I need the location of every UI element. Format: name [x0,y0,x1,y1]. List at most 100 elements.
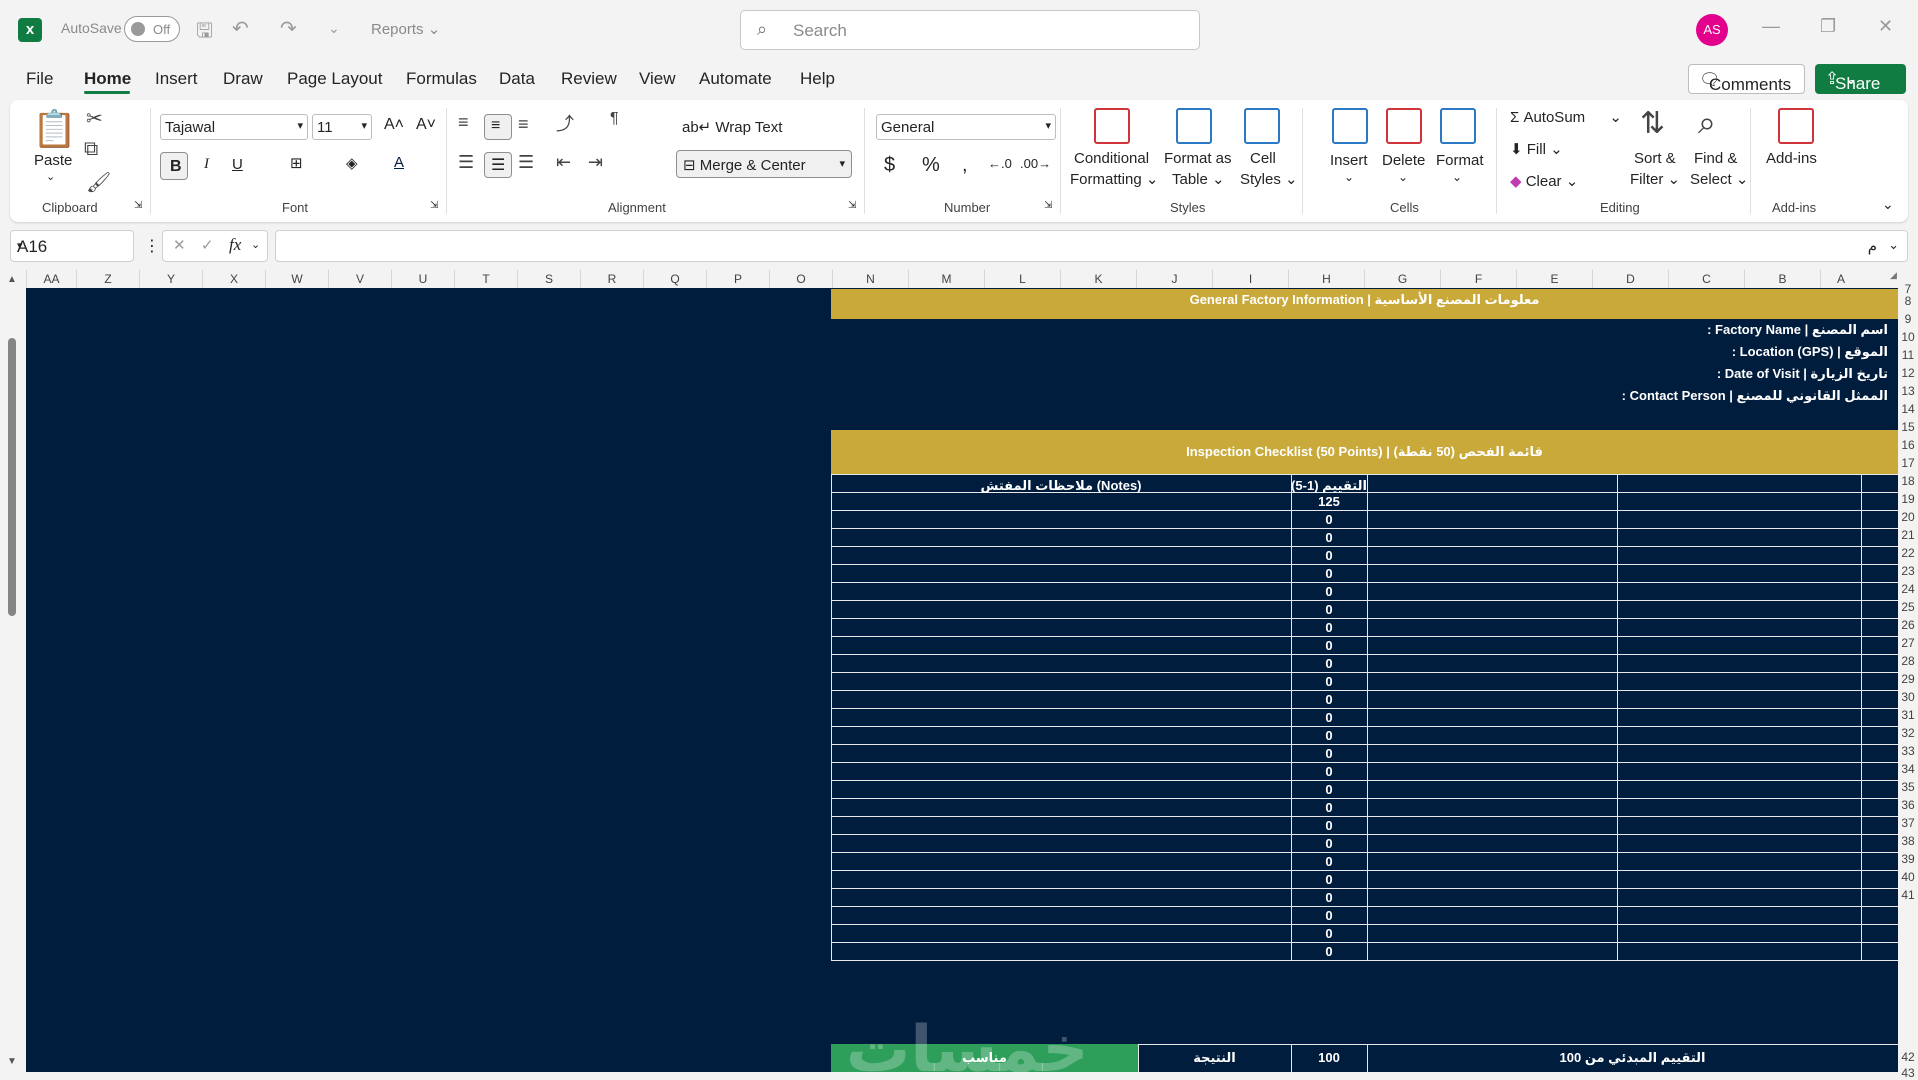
decrease-decimal-icon[interactable]: .00→ [1020,156,1051,171]
rating-cell[interactable]: 0 [1291,566,1367,581]
column-header[interactable]: R [580,270,643,288]
rating-cell[interactable]: 0 [1291,584,1367,599]
row-header[interactable]: 19 [1898,492,1918,506]
format-as-table-icon[interactable] [1176,108,1212,144]
tab-help[interactable]: Help [800,69,835,89]
column-header[interactable]: T [454,270,517,288]
notes-header[interactable]: ملاحظات المفتش (Notes) [831,478,1291,494]
row-header[interactable]: 27 [1898,636,1918,650]
chevron-down-icon[interactable]: ⌄ [251,238,260,251]
general-info-header[interactable]: General Factory Information | معلومات ال… [831,289,1898,319]
row-header[interactable]: 28 [1898,654,1918,668]
row-header[interactable]: 13 [1898,384,1918,398]
font-name-select[interactable]: Tajawal ▾ [160,114,308,140]
align-left-icon[interactable]: ☰ [458,152,474,173]
rating-cell[interactable]: 0 [1291,818,1367,833]
row-header[interactable]: 40 [1898,870,1918,884]
location-label[interactable]: الموقع | Location (GPS) : [1732,344,1888,360]
row-header[interactable]: 18 [1898,474,1918,488]
paste-dropdown-icon[interactable]: ⌄ [46,170,55,183]
row-header[interactable]: 30 [1898,690,1918,704]
expand-formula-icon[interactable]: ⌄ [1888,237,1899,253]
name-box[interactable]: A16 ▾ [10,230,134,262]
copy-icon[interactable]: ⧉ [84,138,98,161]
delete-cells-label[interactable]: Delete [1382,152,1425,169]
tab-file[interactable]: File [26,69,53,89]
conditional-formatting-label-2[interactable]: Formatting ⌄ [1070,170,1158,188]
column-header[interactable]: I [1212,270,1288,288]
column-header[interactable]: E [1516,270,1592,288]
row-header[interactable]: 33 [1898,744,1918,758]
row-header[interactable]: 14 [1898,402,1918,416]
cell-styles-label-1[interactable]: Cell [1250,150,1276,167]
autosave-toggle[interactable]: Off [124,16,180,42]
tab-review[interactable]: Review [561,69,617,89]
search-box[interactable]: ⌕ Search [740,10,1200,50]
rating-cell[interactable]: 0 [1291,800,1367,815]
row-header[interactable]: 32 [1898,726,1918,740]
align-middle-button[interactable]: ≡ [484,114,512,140]
rating-cell[interactable]: 0 [1291,764,1367,779]
row-header[interactable]: 34 [1898,762,1918,776]
row-header[interactable]: 38 [1898,834,1918,848]
restore-icon[interactable]: ❐ [1820,16,1836,37]
row-header[interactable]: 41 [1898,888,1918,902]
enter-icon[interactable]: ✓ [201,236,214,254]
rating-cell[interactable]: 0 [1291,908,1367,923]
checklist-header[interactable]: Inspection Checklist (50 Points) | قائمة… [831,430,1898,474]
column-header[interactable]: Y [139,270,202,288]
share-button[interactable]: ⇪ Share ⌄ [1815,64,1906,94]
column-header[interactable]: V [328,270,391,288]
delete-cells-icon[interactable] [1386,108,1422,144]
insert-cells-label[interactable]: Insert [1330,152,1368,169]
font-color-icon[interactable]: A [394,154,404,171]
rating-cell[interactable]: 0 [1291,746,1367,761]
rating-cell[interactable]: 0 [1291,890,1367,905]
column-header[interactable]: S [517,270,580,288]
rating-cell[interactable]: 125 [1291,494,1367,509]
insert-cells-icon[interactable] [1332,108,1368,144]
sort-filter-icon[interactable]: ⇅ [1640,106,1665,141]
number-format-select[interactable]: General ▾ [876,114,1056,140]
increase-font-icon[interactable]: A˄ [384,116,404,134]
rating-cell[interactable]: 0 [1291,548,1367,563]
rating-cell[interactable]: 0 [1291,620,1367,635]
row-header[interactable]: 43 [1898,1066,1918,1080]
initial-score-label[interactable]: التقييم المبدئي من 100 [1367,1050,1898,1066]
fill-button[interactable]: ⬇ Fill ⌄ [1510,140,1563,158]
sort-filter-label-2[interactable]: Filter ⌄ [1630,170,1680,188]
column-header[interactable]: AA [26,270,76,288]
row-header[interactable]: 17 [1898,456,1918,470]
rating-cell[interactable]: 0 [1291,926,1367,941]
merge-center-button[interactable]: ⊟ Merge & Center ▾ [676,150,852,178]
insert-function-icon[interactable]: fx [229,235,241,255]
column-header[interactable]: M [908,270,984,288]
align-right-icon[interactable]: ☰ [518,152,534,173]
column-header[interactable]: F [1440,270,1516,288]
scrollbar-thumb[interactable] [8,338,16,616]
format-as-table-label-2[interactable]: Table ⌄ [1172,170,1225,188]
column-header[interactable]: L [984,270,1060,288]
rating-cell[interactable]: 0 [1291,656,1367,671]
row-header[interactable]: 16 [1898,438,1918,452]
rating-cell[interactable]: 0 [1291,872,1367,887]
font-size-select[interactable]: 11 ▾ [312,114,372,140]
format-painter-icon[interactable]: 🖌 [86,170,111,195]
rating-cell[interactable]: 0 [1291,836,1367,851]
rating-cell[interactable]: 0 [1291,638,1367,653]
column-header[interactable]: X [202,270,265,288]
column-header[interactable]: G [1364,270,1440,288]
select-all-icon[interactable]: ◢ [1890,270,1898,288]
row-header[interactable]: 35 [1898,780,1918,794]
cell-styles-icon[interactable] [1244,108,1280,144]
cancel-icon[interactable]: ✕ [173,236,186,254]
format-as-table-label-1[interactable]: Format as [1164,150,1232,167]
row-header[interactable]: 29 [1898,672,1918,686]
column-header[interactable]: U [391,270,454,288]
row-header[interactable]: 24 [1898,582,1918,596]
conditional-formatting-icon[interactable] [1094,108,1130,144]
row-header[interactable]: 31 [1898,708,1918,722]
factory-name-label[interactable]: اسم المصنع | Factory Name : [1707,322,1888,338]
decrease-font-icon[interactable]: A˅ [416,116,436,134]
user-avatar[interactable]: AS [1696,14,1728,46]
